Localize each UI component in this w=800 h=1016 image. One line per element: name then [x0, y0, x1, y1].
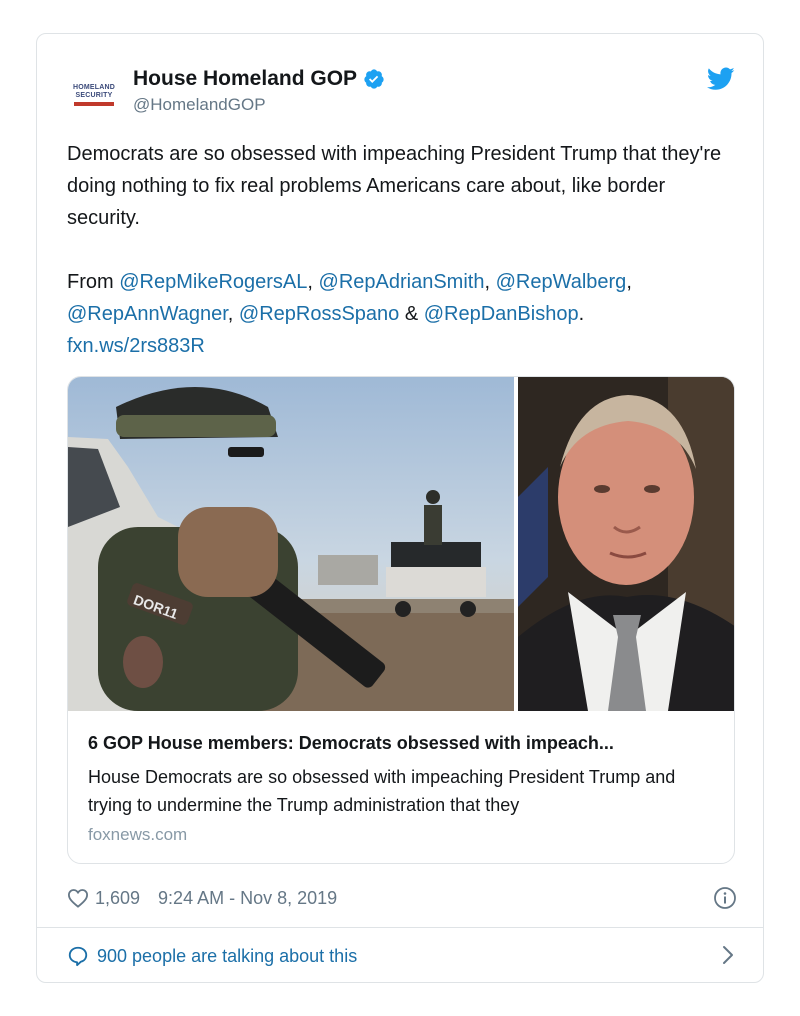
separator: , — [307, 271, 313, 293]
tweet-mentions-paragraph: From @RepMikeRogersAL, @RepAdrianSmith, … — [67, 266, 737, 362]
tweet-header: HOMELAND SECURITY House Homeland GOP @Ho… — [37, 34, 763, 144]
verified-badge-icon — [364, 69, 384, 89]
avatar-bar — [74, 102, 114, 106]
separator: , — [227, 303, 234, 325]
separator: . — [578, 303, 585, 325]
link-card-title[interactable]: 6 GOP House members: Democrats obsessed … — [88, 733, 716, 754]
talking-count-link[interactable]: 900 people are talking about this — [97, 946, 357, 967]
short-link[interactable]: fxn.ws/2rs883R — [67, 335, 205, 357]
timestamp[interactable]: 9:24 AM - Nov 8, 2019 — [158, 888, 337, 909]
mention-link[interactable]: @RepAdrianSmith — [319, 271, 485, 293]
tweet-paragraph: Democrats are so obsessed with impeachin… — [67, 143, 722, 229]
handle[interactable]: @HomelandGOP — [133, 95, 266, 115]
link-card-domain: foxnews.com — [88, 825, 188, 844]
mention-link[interactable]: @RepMikeRogersAL — [119, 271, 307, 293]
from-label: From — [67, 271, 114, 293]
comment-bubble-icon — [68, 946, 88, 967]
display-name[interactable]: House Homeland GOP — [133, 67, 357, 91]
mention-link[interactable]: @RepAnnWagner — [67, 303, 228, 325]
soldier-photo: DOR11 — [68, 377, 514, 711]
link-preview-card[interactable]: DOR11 6 GOP House members: Democrats obs… — [67, 376, 735, 864]
chevron-right-icon[interactable] — [719, 944, 737, 966]
meta-row: 1,609 9:24 AM - Nov 8, 2019 — [67, 886, 737, 910]
portrait-photo — [518, 377, 734, 711]
like-count[interactable]: 1,609 — [95, 888, 140, 909]
tweet-card: HOMELAND SECURITY House Homeland GOP @Ho… — [36, 33, 764, 983]
separator: , — [484, 271, 491, 293]
link-card-description: House Democrats are so obsessed with imp… — [88, 767, 676, 815]
info-icon[interactable] — [713, 886, 737, 910]
mention-link[interactable]: @RepDanBishop — [424, 303, 579, 325]
heart-icon[interactable] — [67, 888, 89, 908]
tweet-text: Democrats are so obsessed with impeachin… — [67, 138, 737, 394]
mention-link[interactable]: @RepRossSpano — [239, 303, 399, 325]
link-preview-image: DOR11 — [68, 377, 734, 711]
avatar[interactable]: HOMELAND SECURITY — [71, 72, 117, 118]
avatar-text-line1: HOMELAND — [72, 84, 116, 91]
separator: & — [404, 303, 419, 325]
mention-link[interactable]: @RepWalberg — [496, 271, 627, 293]
twitter-bird-icon[interactable] — [707, 67, 735, 91]
name-row: House Homeland GOP — [133, 67, 385, 91]
avatar-text-line2: SECURITY — [75, 92, 113, 99]
footer-divider — [37, 927, 763, 928]
separator: , — [626, 271, 632, 293]
tweet-footer[interactable]: 900 people are talking about this — [67, 942, 737, 970]
